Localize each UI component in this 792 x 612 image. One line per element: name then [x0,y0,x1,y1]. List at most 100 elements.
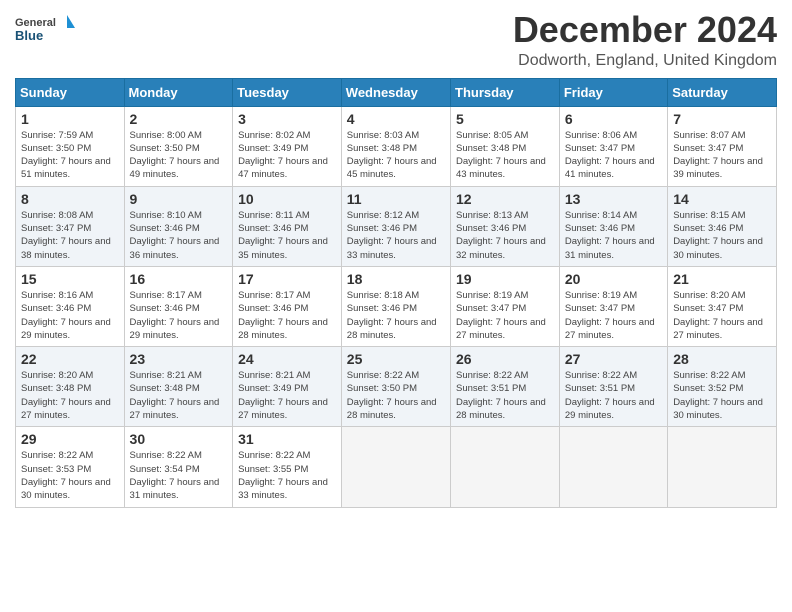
calendar-day: 24 Sunrise: 8:21 AMSunset: 3:49 PMDayligh… [233,347,342,427]
day-number: 7 [673,111,771,127]
day-info: Sunrise: 8:02 AMSunset: 3:49 PMDaylight:… [238,129,336,182]
day-number: 18 [347,271,445,287]
day-number: 27 [565,351,662,367]
day-number: 3 [238,111,336,127]
title-block: December 2024 Dodworth, England, United … [513,10,777,70]
calendar-day: 30 Sunrise: 8:22 AMSunset: 3:54 PMDayligh… [124,427,233,507]
weekday-header-row: SundayMondayTuesdayWednesdayThursdayFrid… [16,78,777,106]
logo: General Blue [15,10,75,50]
weekday-header-sunday: Sunday [16,78,125,106]
calendar-day: 31 Sunrise: 8:22 AMSunset: 3:55 PMDayligh… [233,427,342,507]
day-number: 28 [673,351,771,367]
calendar-day: 11 Sunrise: 8:12 AMSunset: 3:46 PMDayligh… [341,186,450,266]
day-number: 5 [456,111,554,127]
day-number: 31 [238,431,336,447]
page-header: General Blue December 2024 Dodworth, Eng… [15,10,777,70]
day-info: Sunrise: 8:14 AMSunset: 3:46 PMDaylight:… [565,209,662,262]
calendar-week-2: 8 Sunrise: 8:08 AMSunset: 3:47 PMDaylight… [16,186,777,266]
weekday-header-friday: Friday [559,78,667,106]
day-number: 20 [565,271,662,287]
day-number: 4 [347,111,445,127]
day-number: 9 [130,191,228,207]
calendar-day: 12Sunrise: 8:13 AMSunset: 3:46 PMDayligh… [451,186,560,266]
day-info: Sunrise: 8:19 AMSunset: 3:47 PMDaylight:… [565,289,662,342]
calendar-day: 20 Sunrise: 8:19 AMSunset: 3:47 PMDayligh… [559,266,667,346]
day-info: Sunrise: 8:22 AMSunset: 3:50 PMDaylight:… [347,369,445,422]
day-number: 8 [21,191,119,207]
day-number: 13 [565,191,662,207]
day-number: 14 [673,191,771,207]
day-number: 23 [130,351,228,367]
day-info: Sunrise: 8:22 AMSunset: 3:53 PMDaylight:… [21,449,119,502]
calendar-day: 19 Sunrise: 8:19 AMSunset: 3:47 PMDayligh… [451,266,560,346]
day-info: Sunrise: 8:20 AMSunset: 3:48 PMDaylight:… [21,369,119,422]
weekday-header-monday: Monday [124,78,233,106]
day-info: Sunrise: 8:00 AMSunset: 3:50 PMDaylight:… [130,129,228,182]
weekday-header-thursday: Thursday [451,78,560,106]
day-info: Sunrise: 8:05 AMSunset: 3:48 PMDaylight:… [456,129,554,182]
day-info: Sunrise: 8:19 AMSunset: 3:47 PMDaylight:… [456,289,554,342]
calendar-day: 14Sunrise: 8:15 AMSunset: 3:46 PMDayligh… [668,186,777,266]
calendar-day: 15 Sunrise: 8:16 AMSunset: 3:46 PMDayligh… [16,266,125,346]
calendar-week-3: 15 Sunrise: 8:16 AMSunset: 3:46 PMDayligh… [16,266,777,346]
calendar-day [559,427,667,507]
calendar-day: 28 Sunrise: 8:22 AMSunset: 3:52 PMDayligh… [668,347,777,427]
day-info: Sunrise: 8:22 AMSunset: 3:55 PMDaylight:… [238,449,336,502]
day-number: 29 [21,431,119,447]
location-subtitle: Dodworth, England, United Kingdom [513,52,777,70]
calendar-day [341,427,450,507]
calendar-day [668,427,777,507]
calendar-day [451,427,560,507]
calendar-day: 27 Sunrise: 8:22 AMSunset: 3:51 PMDayligh… [559,347,667,427]
calendar-day: 23 Sunrise: 8:21 AMSunset: 3:48 PMDayligh… [124,347,233,427]
day-number: 1 [21,111,119,127]
calendar-day: 6Sunrise: 8:06 AMSunset: 3:47 PMDaylight… [559,106,667,186]
calendar-day: 3 Sunrise: 8:02 AMSunset: 3:49 PMDaylight… [233,106,342,186]
day-number: 30 [130,431,228,447]
day-number: 10 [238,191,336,207]
day-info: Sunrise: 8:21 AMSunset: 3:48 PMDaylight:… [130,369,228,422]
day-info: Sunrise: 8:03 AMSunset: 3:48 PMDaylight:… [347,129,445,182]
day-number: 11 [347,191,445,207]
day-number: 2 [130,111,228,127]
day-info: Sunrise: 8:22 AMSunset: 3:51 PMDaylight:… [565,369,662,422]
day-info: Sunrise: 8:11 AMSunset: 3:46 PMDaylight:… [238,209,336,262]
day-info: Sunrise: 8:22 AMSunset: 3:52 PMDaylight:… [673,369,771,422]
day-info: Sunrise: 8:16 AMSunset: 3:46 PMDaylight:… [21,289,119,342]
day-number: 21 [673,271,771,287]
logo-svg: General Blue [15,10,75,50]
calendar-day: 10 Sunrise: 8:11 AMSunset: 3:46 PMDayligh… [233,186,342,266]
calendar-day: 2 Sunrise: 8:00 AMSunset: 3:50 PMDaylight… [124,106,233,186]
day-info: Sunrise: 8:08 AMSunset: 3:47 PMDaylight:… [21,209,119,262]
day-info: Sunrise: 8:12 AMSunset: 3:46 PMDaylight:… [347,209,445,262]
day-number: 19 [456,271,554,287]
day-info: Sunrise: 8:10 AMSunset: 3:46 PMDaylight:… [130,209,228,262]
day-number: 15 [21,271,119,287]
day-info: Sunrise: 8:18 AMSunset: 3:46 PMDaylight:… [347,289,445,342]
day-info: Sunrise: 8:22 AMSunset: 3:54 PMDaylight:… [130,449,228,502]
calendar-day: 18 Sunrise: 8:18 AMSunset: 3:46 PMDayligh… [341,266,450,346]
day-info: Sunrise: 8:06 AMSunset: 3:47 PMDaylight:… [565,129,662,182]
weekday-header-tuesday: Tuesday [233,78,342,106]
day-info: Sunrise: 8:21 AMSunset: 3:49 PMDaylight:… [238,369,336,422]
calendar-table: SundayMondayTuesdayWednesdayThursdayFrid… [15,78,777,508]
calendar-day: 26 Sunrise: 8:22 AMSunset: 3:51 PMDayligh… [451,347,560,427]
day-info: Sunrise: 8:22 AMSunset: 3:51 PMDaylight:… [456,369,554,422]
calendar-day: 4 Sunrise: 8:03 AMSunset: 3:48 PMDaylight… [341,106,450,186]
calendar-day: 16 Sunrise: 8:17 AMSunset: 3:46 PMDayligh… [124,266,233,346]
day-number: 24 [238,351,336,367]
calendar-day: 7Sunrise: 8:07 AMSunset: 3:47 PMDaylight… [668,106,777,186]
calendar-day: 25 Sunrise: 8:22 AMSunset: 3:50 PMDayligh… [341,347,450,427]
day-info: Sunrise: 8:17 AMSunset: 3:46 PMDaylight:… [238,289,336,342]
weekday-header-saturday: Saturday [668,78,777,106]
day-info: Sunrise: 8:17 AMSunset: 3:46 PMDaylight:… [130,289,228,342]
calendar-week-1: 1Sunrise: 7:59 AMSunset: 3:50 PMDaylight… [16,106,777,186]
day-number: 17 [238,271,336,287]
day-number: 25 [347,351,445,367]
calendar-day: 21Sunrise: 8:20 AMSunset: 3:47 PMDayligh… [668,266,777,346]
day-number: 26 [456,351,554,367]
svg-text:Blue: Blue [15,28,43,43]
calendar-week-4: 22Sunrise: 8:20 AMSunset: 3:48 PMDayligh… [16,347,777,427]
day-number: 16 [130,271,228,287]
day-info: Sunrise: 8:13 AMSunset: 3:46 PMDaylight:… [456,209,554,262]
